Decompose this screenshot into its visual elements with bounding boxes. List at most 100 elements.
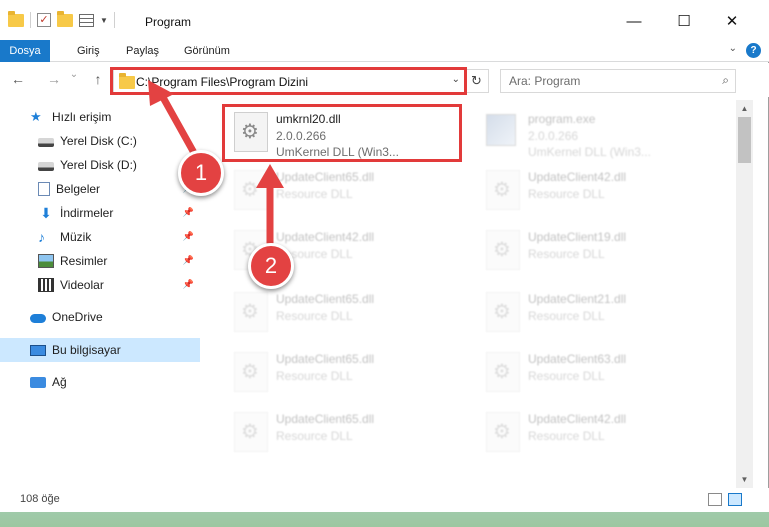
sidebar-item-quick-access[interactable]: ★ Hızlı erişim [0, 105, 200, 129]
navigation-pane: ★ Hızlı erişim Yerel Disk (C:) Yerel Dis… [0, 100, 204, 488]
list-item[interactable]: UpdateClient19.dll Resource DLL [478, 224, 708, 276]
sidebar-item-downloads[interactable]: ⬇ İndirmeler 📌 [0, 201, 200, 225]
sidebar-item-network[interactable]: Ağ [0, 370, 200, 394]
pin-icon[interactable]: 📌 [183, 207, 194, 218]
scroll-up-arrow-icon[interactable]: ▲ [736, 100, 753, 117]
file-name: UpdateClient19.dll [528, 230, 627, 244]
file-name: UpdateClient42.dll [528, 170, 627, 184]
sidebar-item-label: Yerel Disk (D:) [60, 158, 137, 172]
pin-icon[interactable]: 📌 [183, 255, 194, 266]
sidebar-item-label: Belgeler [56, 182, 101, 196]
sidebar-item-onedrive[interactable]: OneDrive [0, 305, 200, 329]
forward-button[interactable]: → [44, 71, 64, 87]
file-item-program-exe[interactable]: program.exe 2.0.0.266 UmKernel DLL (Win3… [478, 106, 708, 159]
dll-file-icon [486, 292, 520, 332]
folder-icon [119, 73, 135, 89]
dll-file-icon [234, 352, 268, 392]
view-properties-icon[interactable] [79, 13, 94, 27]
dll-file-icon [486, 230, 520, 270]
scroll-thumb[interactable] [738, 117, 751, 163]
disk-icon [38, 162, 54, 171]
tab-view[interactable]: Görünüm [172, 40, 242, 62]
details-view-icon[interactable] [708, 493, 722, 506]
file-name: UpdateClient42.dll [528, 412, 627, 426]
search-input[interactable] [501, 70, 701, 92]
minimize-button[interactable]: — [622, 10, 646, 34]
list-item[interactable]: UpdateClient63.dll Resource DLL [478, 346, 708, 398]
address-bar[interactable]: C:\Program Files\Program Dizini ⌄ [113, 69, 465, 93]
tab-share[interactable]: Paylaş [114, 40, 171, 62]
help-icon[interactable]: ? [746, 43, 761, 58]
list-item[interactable]: UpdateClient65.dll Resource DLL [226, 346, 456, 398]
list-item[interactable]: UpdateClient42.dll Resource DLL [478, 406, 708, 458]
list-item[interactable]: UpdateClient65.dll Resource DLL [226, 286, 456, 338]
tab-home[interactable]: Giriş [65, 40, 112, 62]
address-dropdown-chevron-icon[interactable]: ⌄ [452, 74, 460, 85]
file-description: Resource DLL [276, 309, 353, 323]
sidebar-item-documents[interactable]: Belgeler 📌 [0, 177, 200, 201]
dll-file-icon [486, 352, 520, 392]
expand-ribbon-chevron-icon[interactable]: ⌄ [729, 43, 737, 54]
music-icon: ♪ [38, 229, 45, 245]
file-description: UmKernel DLL (Win3... [276, 145, 399, 159]
step-badge-1: 1 [178, 150, 224, 196]
file-name: UpdateClient65.dll [276, 352, 375, 366]
toolbar-divider [113, 12, 115, 28]
ribbon-tabs: Dosya Giriş Paylaş Görünüm ⌄ ? [0, 40, 769, 62]
properties-check-icon[interactable]: ✓ [37, 13, 51, 27]
new-folder-icon[interactable] [57, 10, 73, 27]
file-name: UpdateClient63.dll [528, 352, 627, 366]
sidebar-item-local-disk-c[interactable]: Yerel Disk (C:) [0, 129, 200, 153]
file-description: Resource DLL [276, 369, 353, 383]
file-description: UmKernel DLL (Win3... [528, 145, 651, 159]
document-icon [38, 182, 50, 196]
file-description: Resource DLL [528, 429, 605, 443]
scroll-down-arrow-icon[interactable]: ▼ [736, 471, 753, 488]
address-path[interactable]: C:\Program Files\Program Dizini [136, 75, 308, 89]
tab-file[interactable]: Dosya [0, 40, 50, 62]
search-icon[interactable]: ⌕ [722, 73, 729, 88]
file-name: UpdateClient65.dll [276, 170, 375, 184]
customize-toolbar-dropdown-icon[interactable]: ▼ [100, 16, 108, 25]
search-box[interactable]: ⌕ [500, 69, 736, 93]
sidebar-item-this-pc[interactable]: Bu bilgisayar [0, 338, 200, 362]
file-list: umkrnl20.dll 2.0.0.266 UmKernel DLL (Win… [206, 100, 736, 488]
disk-icon [38, 138, 54, 147]
close-button[interactable]: ✕ [720, 10, 744, 34]
dll-file-icon [234, 412, 268, 452]
recent-locations-chevron-icon[interactable]: ⌄ [64, 69, 84, 80]
sidebar-item-music[interactable]: ♪ Müzik 📌 [0, 225, 200, 249]
file-description: Resource DLL [528, 247, 605, 261]
file-name: UpdateClient65.dll [276, 292, 375, 306]
file-name: UpdateClient65.dll [276, 412, 375, 426]
sidebar-item-label: Hızlı erişim [52, 110, 112, 124]
file-name: UpdateClient21.dll [528, 292, 627, 306]
large-icons-view-icon[interactable] [728, 493, 742, 506]
sidebar-item-local-disk-d[interactable]: Yerel Disk (D:) [0, 153, 200, 177]
file-name: umkrnl20.dll [276, 112, 341, 126]
exe-file-icon [486, 114, 516, 146]
file-description: Resource DLL [528, 187, 605, 201]
list-item[interactable]: UpdateClient65.dll Resource DLL [226, 406, 456, 458]
pin-icon[interactable]: 📌 [183, 279, 194, 290]
vertical-scrollbar[interactable]: ▲ ▼ [736, 100, 753, 488]
maximize-button[interactable]: ☐ [672, 10, 696, 34]
back-button[interactable]: ← [8, 71, 28, 87]
file-name: UpdateClient42.dll [276, 230, 375, 244]
sidebar-item-label: Videolar [60, 278, 104, 292]
list-item[interactable]: UpdateClient42.dll Resource DLL [478, 164, 708, 216]
file-item-umkrnl20[interactable]: umkrnl20.dll 2.0.0.266 UmKernel DLL (Win… [226, 106, 456, 159]
list-item[interactable]: UpdateClient65.dll Resource DLL [226, 164, 456, 216]
toolbar-divider [30, 12, 31, 28]
up-button[interactable]: ↑ [88, 71, 108, 87]
file-description: Resource DLL [528, 309, 605, 323]
list-item[interactable]: UpdateClient21.dll Resource DLL [478, 286, 708, 338]
refresh-button[interactable]: ↻ [465, 69, 489, 93]
star-icon: ★ [30, 109, 42, 124]
file-description: Resource DLL [276, 187, 353, 201]
sidebar-item-pictures[interactable]: Resimler 📌 [0, 249, 200, 273]
file-version: 2.0.0.266 [276, 129, 327, 143]
sidebar-item-videos[interactable]: Videolar 📌 [0, 273, 200, 297]
video-icon [38, 278, 54, 292]
pin-icon[interactable]: 📌 [183, 231, 194, 242]
